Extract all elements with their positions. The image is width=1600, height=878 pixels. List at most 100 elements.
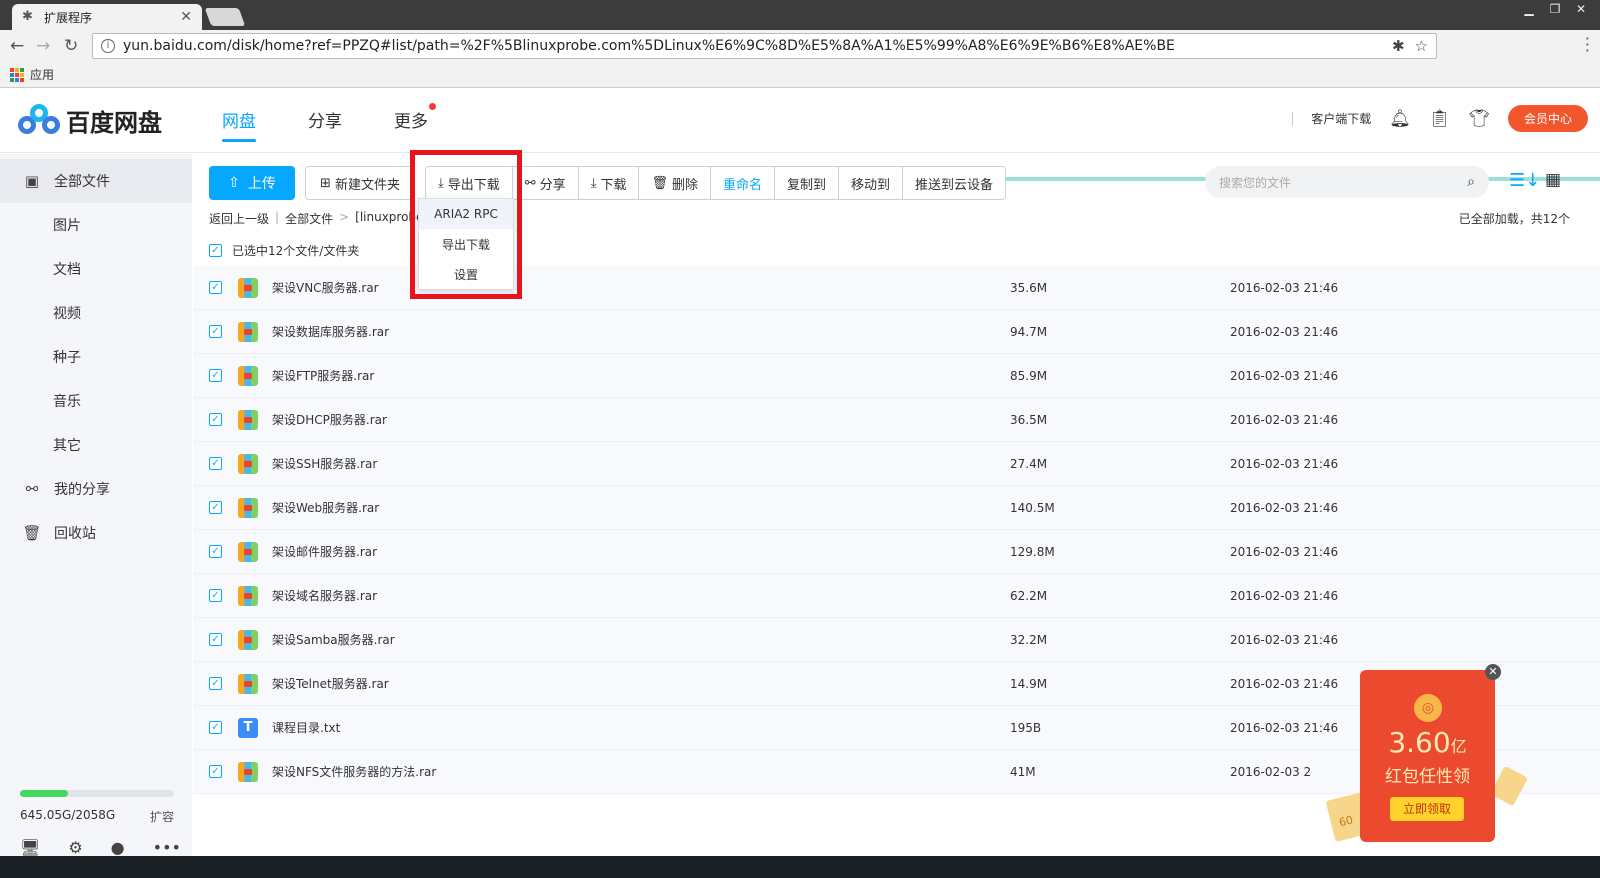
- grid-view-icon[interactable]: ▦: [1545, 170, 1561, 190]
- bell-icon[interactable]: 🔔︎: [1389, 109, 1411, 129]
- tab-close-icon[interactable]: ✕: [180, 9, 192, 25]
- file-row[interactable]: ✓ 架设SSH服务器.rar 27.4M 2016-02-03 21:46: [193, 442, 1600, 486]
- new-tab-button[interactable]: [204, 8, 246, 26]
- file-name[interactable]: 架设Telnet服务器.rar: [272, 675, 1010, 692]
- row-checkbox[interactable]: ✓: [209, 765, 222, 778]
- file-size: 129.8M: [1010, 544, 1055, 559]
- delete-button[interactable]: 🗑︎ 删除: [639, 167, 711, 199]
- row-checkbox[interactable]: ✓: [209, 281, 222, 294]
- sidebar-item-all-files[interactable]: ▣ 全部文件: [0, 159, 192, 203]
- vip-center-button[interactable]: 会员中心: [1507, 105, 1588, 132]
- file-name[interactable]: 架设VNC服务器.rar: [272, 279, 1010, 296]
- sidebar-item-torrents[interactable]: 种子: [0, 335, 192, 379]
- archive-file-icon: [238, 629, 258, 650]
- file-row[interactable]: ✓ 架设数据库服务器.rar 94.7M 2016-02-03 21:46: [193, 310, 1600, 354]
- logo[interactable]: 百度网盘: [18, 103, 162, 138]
- menu-item-export-download[interactable]: 导出下载: [419, 229, 513, 259]
- file-name[interactable]: 架设Samba服务器.rar: [272, 631, 1010, 648]
- more-dots-icon[interactable]: •••: [153, 838, 181, 857]
- archive-file-icon: [238, 365, 258, 386]
- sidebar-item-documents[interactable]: 文档: [0, 247, 192, 291]
- nav-more[interactable]: 更多: [394, 103, 436, 142]
- file-row[interactable]: ✓ 架设VNC服务器.rar 35.6M 2016-02-03 21:46: [193, 266, 1600, 310]
- row-checkbox[interactable]: ✓: [209, 369, 222, 382]
- sidebar-item-other[interactable]: 其它: [0, 423, 192, 467]
- sidebar-item-images[interactable]: 图片: [0, 203, 192, 247]
- extension-icon[interactable]: ✱: [1392, 37, 1405, 55]
- file-name[interactable]: 架设DHCP服务器.rar: [272, 411, 1010, 428]
- clipboard-icon[interactable]: 📋︎: [1429, 109, 1451, 129]
- info-icon[interactable]: i: [101, 39, 115, 53]
- file-row[interactable]: ✓ 架设域名服务器.rar 62.2M 2016-02-03 21:46: [193, 574, 1600, 618]
- new-folder-button[interactable]: ⊞ 新建文件夹: [305, 166, 415, 200]
- row-checkbox[interactable]: ✓: [209, 633, 222, 646]
- breadcrumb-back[interactable]: 返回上一级: [209, 210, 269, 227]
- search-icon[interactable]: ⌕: [1467, 174, 1475, 190]
- file-name[interactable]: 架设数据库服务器.rar: [272, 323, 1010, 340]
- row-checkbox[interactable]: ✓: [209, 589, 222, 602]
- move-to-button[interactable]: 移动到: [839, 167, 904, 199]
- copy-to-button[interactable]: 复制到: [775, 167, 840, 199]
- sidebar-item-music[interactable]: 音乐: [0, 379, 192, 423]
- row-checkbox[interactable]: ✓: [209, 721, 222, 734]
- client-download-link[interactable]: 客户端下载: [1311, 110, 1371, 127]
- row-checkbox[interactable]: ✓: [209, 457, 222, 470]
- window-close-icon[interactable]: ✕: [1570, 2, 1592, 16]
- row-checkbox[interactable]: ✓: [209, 545, 222, 558]
- row-checkbox[interactable]: ✓: [209, 325, 222, 338]
- row-checkbox[interactable]: ✓: [209, 413, 222, 426]
- address-bar[interactable]: i yun.baidu.com/disk/home?ref=PPZQ#list/…: [92, 33, 1437, 59]
- file-name[interactable]: 架设FTP服务器.rar: [272, 367, 1010, 384]
- download-button[interactable]: ⤓ 下载: [579, 167, 640, 199]
- push-to-cloud-device-button[interactable]: 推送到云设备: [903, 167, 1005, 199]
- forward-arrow-icon[interactable]: →: [36, 36, 50, 56]
- promo-claim-button[interactable]: 立即领取: [1390, 797, 1464, 821]
- sidebar-item-my-shares[interactable]: ⚯ 我的分享: [0, 467, 192, 511]
- restore-icon[interactable]: ❐: [1544, 2, 1566, 16]
- reload-icon[interactable]: ↻: [64, 36, 78, 56]
- browser-menu-icon[interactable]: · · ·: [1585, 31, 1590, 59]
- menu-item-aria2-rpc[interactable]: ARIA2 RPC: [419, 199, 513, 229]
- file-name[interactable]: 架设NFS文件服务器的方法.rar: [272, 763, 1010, 780]
- sort-icon[interactable]: ☰↓: [1509, 170, 1540, 191]
- page-header: 百度网盘 网盘 分享 更多 客户端下载 🔔︎ 📋︎ 👕︎ 会员中心: [0, 89, 1600, 153]
- nav-share[interactable]: 分享: [308, 107, 342, 142]
- share-button[interactable]: ⚯ 分享: [513, 167, 579, 199]
- file-name[interactable]: 架设SSH服务器.rar: [272, 455, 1010, 472]
- file-name[interactable]: 架设Web服务器.rar: [272, 499, 1010, 516]
- device-icons: 🖥︎ ⚙ ● •••: [20, 838, 181, 857]
- selected-count: 已选中12个文件/文件夹: [232, 244, 360, 258]
- tshirt-icon[interactable]: 👕︎: [1468, 109, 1490, 129]
- file-row[interactable]: ✓ 架设邮件服务器.rar 129.8M 2016-02-03 21:46: [193, 530, 1600, 574]
- desktop-icon[interactable]: 🖥︎: [20, 838, 40, 857]
- file-row[interactable]: ✓ 架设Samba服务器.rar 32.2M 2016-02-03 21:46: [193, 618, 1600, 662]
- bookmark-apps[interactable]: 应用: [30, 66, 54, 83]
- file-name[interactable]: 课程目录.txt: [272, 719, 1010, 736]
- file-row[interactable]: ✓ 架设DHCP服务器.rar 36.5M 2016-02-03 21:46: [193, 398, 1600, 442]
- row-checkbox[interactable]: ✓: [209, 677, 222, 690]
- back-arrow-icon[interactable]: ←: [10, 36, 24, 56]
- browser-tab[interactable]: ✱ 扩展程序 ✕: [12, 4, 202, 30]
- red-packet-promo[interactable]: ✕ ◎ 3.60亿 红包任性领 立即领取: [1360, 664, 1501, 842]
- row-checkbox[interactable]: ✓: [209, 501, 222, 514]
- search-input[interactable]: 搜索您的文件 ⌕: [1205, 166, 1489, 198]
- apple-icon[interactable]: ●: [111, 838, 125, 857]
- file-name[interactable]: 架设邮件服务器.rar: [272, 543, 1010, 560]
- sidebar-item-recycle-bin[interactable]: 🗑︎ 回收站: [0, 511, 192, 555]
- menu-item-settings[interactable]: 设置: [419, 259, 513, 289]
- bookmark-star-icon[interactable]: ☆: [1415, 37, 1428, 55]
- file-row[interactable]: ✓ 架设Web服务器.rar 140.5M 2016-02-03 21:46: [193, 486, 1600, 530]
- minimize-icon[interactable]: ▁: [1518, 2, 1540, 16]
- sidebar-item-videos[interactable]: 视频: [0, 291, 192, 335]
- nav-netdisk[interactable]: 网盘: [222, 107, 256, 142]
- export-download-button[interactable]: ⤓ 导出下载: [426, 167, 513, 199]
- upload-button[interactable]: ⇧ 上传: [209, 166, 295, 200]
- file-row[interactable]: ✓ 架设FTP服务器.rar 85.9M 2016-02-03 21:46: [193, 354, 1600, 398]
- promo-close-icon[interactable]: ✕: [1485, 664, 1501, 680]
- android-icon[interactable]: ⚙: [68, 838, 82, 857]
- select-all-checkbox[interactable]: ✓: [209, 244, 222, 257]
- breadcrumb-all-files[interactable]: 全部文件: [285, 210, 333, 227]
- file-name[interactable]: 架设域名服务器.rar: [272, 587, 1010, 604]
- expand-storage-link[interactable]: 扩容: [150, 808, 174, 825]
- rename-button[interactable]: 重命名: [711, 167, 775, 199]
